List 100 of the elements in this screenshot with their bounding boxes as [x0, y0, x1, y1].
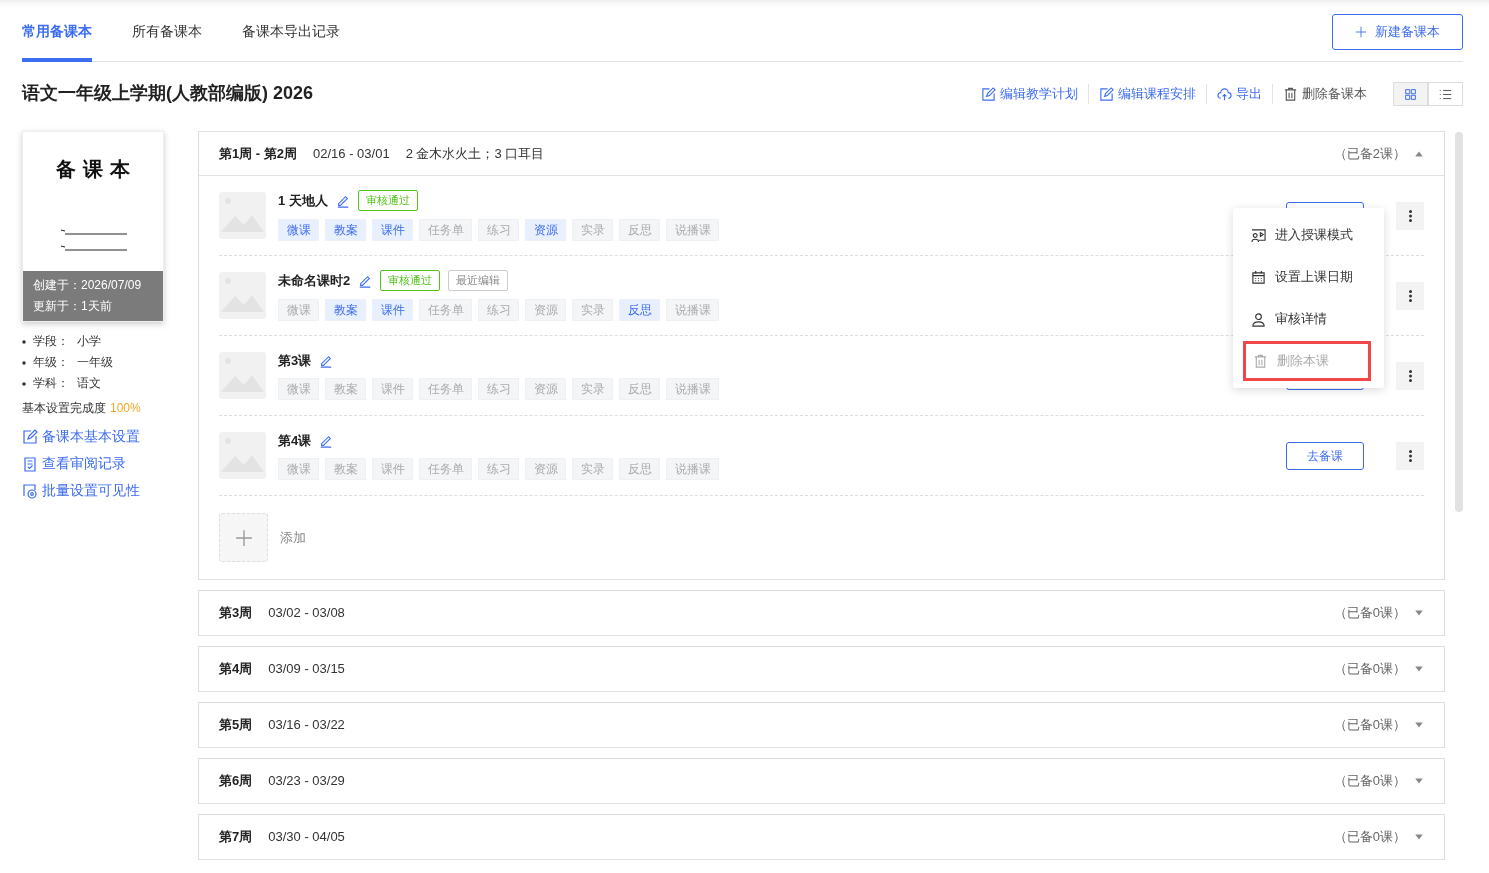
week-dates: 02/16 - 03/01: [313, 144, 390, 163]
resource-tag[interactable]: 课件: [372, 378, 413, 401]
week-name: 第6周: [219, 772, 253, 791]
resource-tag[interactable]: 任务单: [419, 298, 472, 321]
info-label: 年级：: [33, 354, 69, 371]
resource-tag[interactable]: 微课: [278, 298, 319, 321]
resource-tag[interactable]: 教案: [325, 378, 366, 401]
resource-tag[interactable]: 反思: [619, 378, 660, 401]
resource-tag[interactable]: 练习: [478, 458, 519, 481]
action-link[interactable]: 编辑教学计划: [971, 84, 1088, 104]
info-value: 小学: [77, 333, 101, 350]
resource-tag[interactable]: 说播课: [666, 378, 719, 401]
tab[interactable]: 常用备课本: [22, 0, 92, 62]
calendar-icon: [1251, 269, 1266, 285]
caret-down-icon[interactable]: [1414, 608, 1424, 618]
status-tag: 最近编辑: [448, 270, 509, 291]
created-date: 创建于：2026/07/09: [33, 277, 143, 294]
resource-tag[interactable]: 教案: [325, 298, 366, 321]
plus-icon: [234, 529, 253, 548]
caret-down-icon[interactable]: [1414, 776, 1424, 786]
resource-tag[interactable]: 实录: [572, 298, 613, 321]
more-button[interactable]: [1396, 201, 1424, 230]
sidebar-link[interactable]: 查看审阅记录: [22, 450, 126, 477]
resource-tag[interactable]: 微课: [278, 218, 319, 241]
clipboard-icon: [22, 455, 38, 472]
resource-tag[interactable]: 反思: [619, 218, 660, 241]
sidebar-link[interactable]: 备课本基本设置: [22, 423, 140, 450]
resource-tag[interactable]: 反思: [619, 458, 660, 481]
lesson-count: （已备0课）: [1333, 716, 1406, 735]
more-icon: [1408, 449, 1412, 464]
lesson-count: （已备2课）: [1333, 144, 1406, 163]
prepare-button[interactable]: 去备课: [1286, 441, 1364, 470]
lesson-title: 1 天地人: [278, 191, 328, 210]
image-placeholder-icon: [219, 352, 266, 399]
resource-tag[interactable]: 课件: [372, 458, 413, 481]
action-link[interactable]: 编辑课程安排: [1088, 84, 1206, 104]
scrollbar-thumb[interactable]: [1455, 132, 1463, 512]
image-placeholder-icon: [219, 272, 266, 319]
week-name: 第4周: [219, 660, 253, 679]
resource-tag[interactable]: 练习: [478, 218, 519, 241]
menu-item[interactable]: 进入授课模式: [1233, 214, 1384, 256]
resource-tag[interactable]: 任务单: [419, 458, 472, 481]
resource-tag[interactable]: 说播课: [666, 458, 719, 481]
lesson-count: （已备0课）: [1333, 660, 1406, 679]
caret-down-icon[interactable]: [1414, 720, 1424, 730]
more-button[interactable]: [1396, 441, 1424, 470]
pencil-icon[interactable]: [335, 193, 350, 208]
resource-tag[interactable]: 说播课: [666, 298, 719, 321]
action-link[interactable]: 删除备课本: [1272, 84, 1377, 104]
resource-tag[interactable]: 资源: [525, 378, 566, 401]
resource-tag[interactable]: 任务单: [419, 218, 472, 241]
resource-tag[interactable]: 微课: [278, 458, 319, 481]
resource-tag[interactable]: 实录: [572, 378, 613, 401]
edit-icon: [981, 86, 996, 102]
more-button[interactable]: [1396, 361, 1424, 390]
page-title: 语文一年级上学期(人教部编版) 2026: [22, 83, 314, 105]
view-toggle[interactable]: [1393, 82, 1428, 106]
status-tag: 审核通过: [380, 270, 441, 291]
pencil-icon[interactable]: [319, 353, 334, 368]
week-dates: 03/02 - 03/08: [268, 604, 345, 623]
eye-icon: [22, 482, 38, 499]
image-placeholder-icon: [219, 192, 266, 239]
pencil-icon[interactable]: [319, 433, 334, 448]
sidebar-link[interactable]: 批量设置可见性: [22, 477, 140, 504]
resource-tag[interactable]: 说播课: [666, 218, 719, 241]
resource-tag[interactable]: 实录: [572, 458, 613, 481]
resource-tag[interactable]: 资源: [525, 218, 566, 241]
resource-tag[interactable]: 教案: [325, 458, 366, 481]
resource-tag[interactable]: 实录: [572, 218, 613, 241]
action-link[interactable]: 导出: [1206, 84, 1272, 104]
resource-tag[interactable]: 教案: [325, 218, 366, 241]
tab[interactable]: 备课本导出记录: [242, 0, 340, 62]
resource-tag[interactable]: 资源: [525, 458, 566, 481]
lesson-count: （已备0课）: [1333, 828, 1406, 847]
resource-tag[interactable]: 资源: [525, 298, 566, 321]
cloud-upload-icon: [1217, 86, 1232, 102]
new-notebook-button[interactable]: 新建备课本: [1332, 14, 1463, 50]
plus-icon: [1355, 26, 1367, 38]
caret-down-icon[interactable]: [1414, 664, 1424, 674]
week-dates: 03/16 - 03/22: [268, 716, 345, 735]
resource-tag[interactable]: 练习: [478, 378, 519, 401]
menu-item[interactable]: 审核详情: [1233, 298, 1384, 340]
caret-down-icon[interactable]: [1414, 832, 1424, 842]
pencil-icon[interactable]: [358, 273, 373, 288]
menu-item[interactable]: 设置上课日期: [1233, 256, 1384, 298]
resource-tag[interactable]: 反思: [619, 298, 660, 321]
image-placeholder-icon: [219, 432, 266, 479]
resource-tag[interactable]: 练习: [478, 298, 519, 321]
tab[interactable]: 所有备课本: [132, 0, 202, 62]
resource-tag[interactable]: 课件: [372, 298, 413, 321]
info-value: 语文: [77, 375, 101, 392]
resource-tag[interactable]: 课件: [372, 218, 413, 241]
more-button[interactable]: [1396, 281, 1424, 310]
resource-tag[interactable]: 任务单: [419, 378, 472, 401]
resource-tag[interactable]: 微课: [278, 378, 319, 401]
lesson-count: （已备0课）: [1333, 604, 1406, 623]
bullet-icon: [22, 361, 26, 365]
more-icon: [1408, 369, 1412, 384]
view-toggle[interactable]: [1428, 82, 1463, 106]
list-icon: [1439, 88, 1452, 102]
